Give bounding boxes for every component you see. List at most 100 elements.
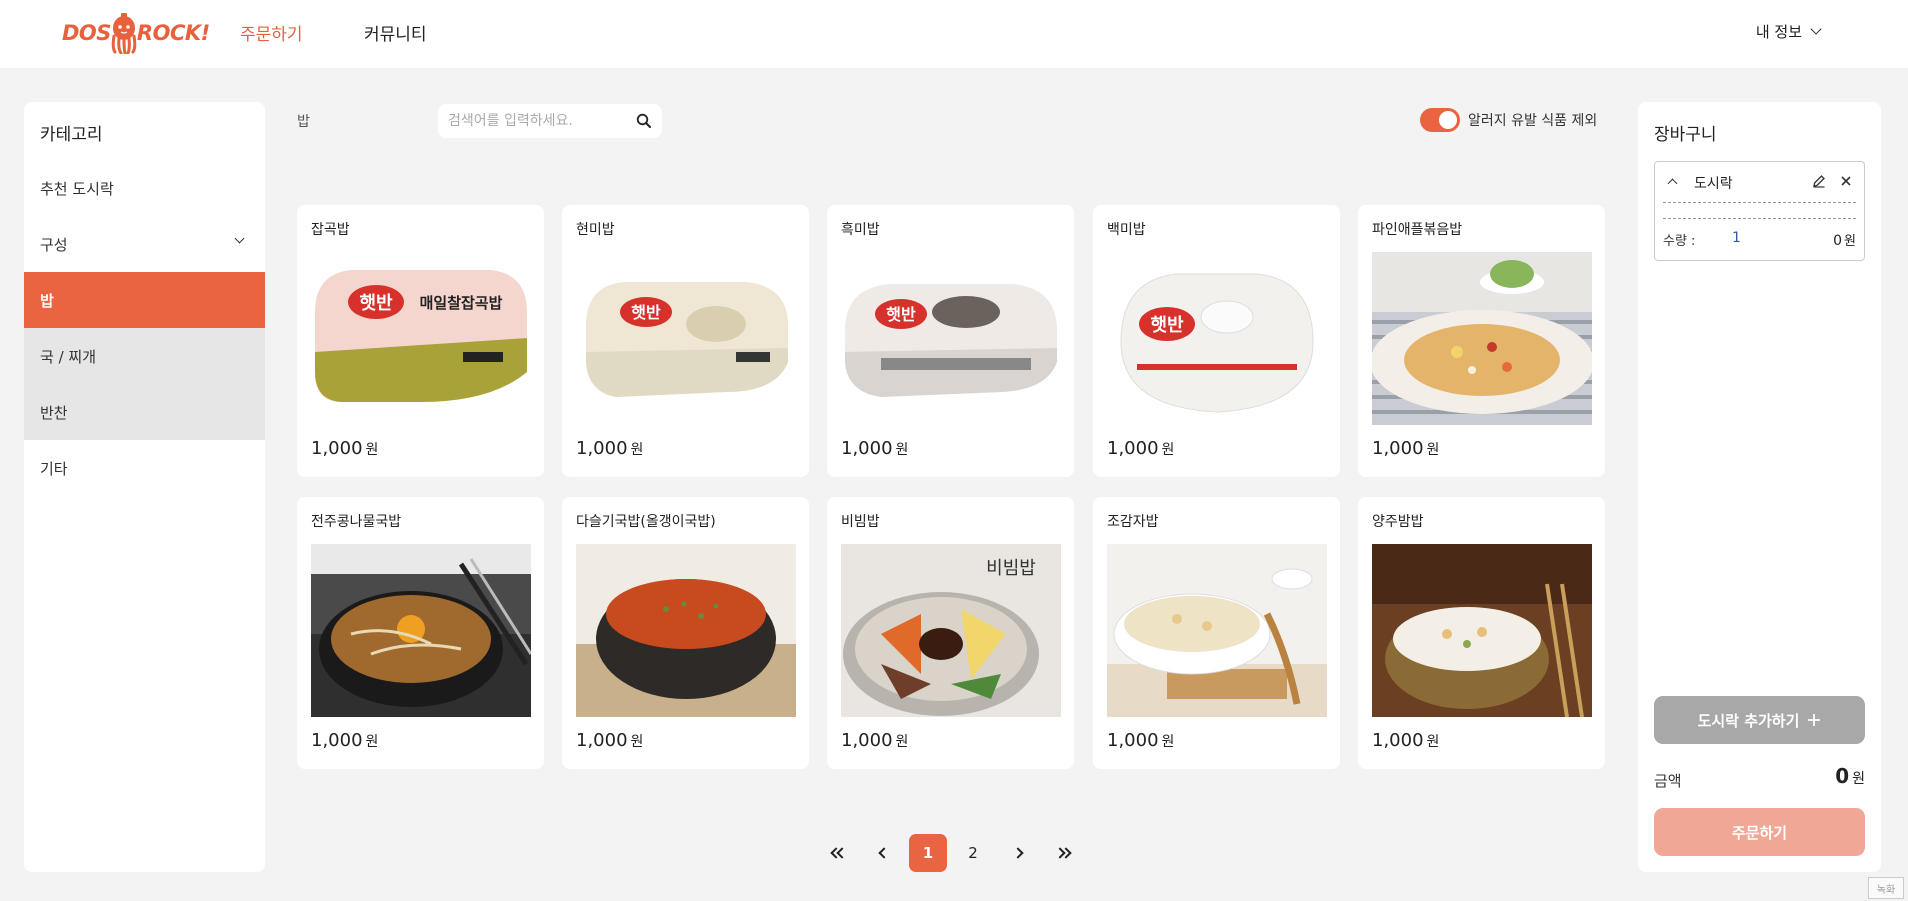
- product-image: 햇반: [576, 252, 796, 425]
- sidebar-item-label: 반찬: [40, 403, 68, 422]
- add-dosirak-label: 도시락 추가하기: [1697, 711, 1800, 730]
- product-price: 1,000 원: [576, 730, 643, 751]
- prev-page-button[interactable]: [865, 834, 903, 872]
- product-name: 현미밥: [576, 222, 615, 238]
- page-number-current[interactable]: 1: [909, 834, 947, 872]
- sidebar-item-soup[interactable]: 국 / 찌개: [24, 328, 265, 384]
- sidebar-item-label: 기타: [40, 459, 68, 478]
- first-page-button[interactable]: [820, 834, 858, 872]
- currency-unit: 원: [1852, 771, 1865, 787]
- product-card[interactable]: 전주콩나물국밥 1,000 원: [297, 497, 544, 769]
- cart-item-header[interactable]: 도시락: [1655, 162, 1864, 202]
- brand-text: 햇반: [359, 293, 393, 314]
- product-card[interactable]: 조감자밥 1,000 원: [1093, 497, 1340, 769]
- user-menu[interactable]: 내 정보: [1756, 21, 1822, 42]
- price-value: 1,000: [311, 730, 363, 751]
- product-price: 1,000 원: [841, 438, 908, 459]
- price-value: 1,000: [576, 730, 628, 751]
- product-image: 햇반: [1107, 252, 1327, 425]
- product-price: 1,000 원: [1372, 438, 1439, 459]
- product-card[interactable]: 비빔밥 비빔밥 1,000 원: [827, 497, 1074, 769]
- product-name: 양주밤밥: [1372, 514, 1424, 530]
- edit-icon[interactable]: [1810, 172, 1828, 190]
- page-number[interactable]: 2: [954, 834, 992, 872]
- rice-tray-image: 햇반: [576, 252, 796, 425]
- price-value: 1,000: [841, 438, 893, 459]
- double-chevron-right-icon: [1054, 847, 1072, 859]
- price-value: 1,000: [311, 438, 363, 459]
- nav-order[interactable]: 주문하기: [240, 20, 303, 45]
- price-value: 1,000: [841, 730, 893, 751]
- potato-rice-photo: [1107, 544, 1327, 717]
- currency-unit: 원: [630, 442, 644, 458]
- sidebar-item-label: 추천 도시락: [40, 179, 114, 198]
- cart-item-name: 도시락: [1694, 176, 1733, 192]
- dosrock-logo[interactable]: DOS ROCK!: [62, 10, 210, 56]
- cart-item-box: 도시락 수량 : 1 0원: [1654, 161, 1865, 261]
- product-image: [311, 544, 531, 717]
- allergy-toggle-label: 알러지 유발 식품 제외: [1468, 113, 1598, 129]
- currency-unit: 원: [630, 734, 644, 750]
- pineapple-fried-rice-photo: [1372, 252, 1592, 425]
- product-name: 흑미밥: [841, 222, 880, 238]
- sidebar-item-composition[interactable]: 구성: [24, 216, 265, 272]
- bean-sprout-soup-photo: [311, 544, 531, 717]
- product-image: 햇반 매일찰잡곡밥: [311, 252, 531, 425]
- product-price: 1,000 원: [311, 730, 378, 751]
- price-value: 1,000: [1372, 730, 1424, 751]
- currency-unit: 원: [1161, 442, 1175, 458]
- nav-community[interactable]: 커뮤니티: [364, 20, 427, 45]
- product-card[interactable]: 백미밥 햇반 1,000 원: [1093, 205, 1340, 477]
- currency-unit: 원: [1844, 234, 1856, 249]
- cart-panel: 장바구니 도시락 수량 : 1 0원 도시락 추가하기 금액 0원 주문하기: [1638, 102, 1881, 872]
- total-amount: 0: [1835, 764, 1850, 788]
- plus-icon: [1808, 714, 1821, 726]
- search-input[interactable]: [448, 113, 636, 129]
- product-image: 햇반: [841, 252, 1061, 425]
- logo-text-right: ROCK!: [136, 21, 210, 45]
- sidebar-item-label: 국 / 찌개: [40, 347, 96, 366]
- rice-tray-image: 햇반 매일찰잡곡밥: [311, 252, 531, 425]
- cart-qty-label: 수량 :: [1663, 234, 1696, 249]
- product-card[interactable]: 잡곡밥 햇반 매일찰잡곡밥 1,000 원: [297, 205, 544, 477]
- bibimbap-photo: 비빔밥: [841, 544, 1061, 717]
- product-image: 비빔밥: [841, 544, 1061, 717]
- cart-qty-value[interactable]: 1: [1732, 230, 1741, 246]
- product-card[interactable]: 다슬기국밥(올갱이국밥) 1,000 원: [562, 497, 809, 769]
- chevron-up-icon[interactable]: [1667, 178, 1678, 189]
- search-icon[interactable]: [636, 113, 652, 129]
- close-icon[interactable]: [1837, 172, 1855, 190]
- category-sidebar: 카테고리 추천 도시락 구성 밥 국 / 찌개 반찬 기타: [24, 102, 265, 872]
- bibimbap-calligraphy: 비빔밥: [986, 558, 1036, 579]
- product-card[interactable]: 현미밥 햇반 1,000 원: [562, 205, 809, 477]
- price-value: 0: [1833, 233, 1843, 249]
- next-page-button[interactable]: [999, 834, 1037, 872]
- sidebar-item-recommended[interactable]: 추천 도시락: [24, 160, 265, 216]
- add-dosirak-button[interactable]: 도시락 추가하기: [1654, 696, 1865, 744]
- sidebar-item-label: 밥: [40, 291, 54, 310]
- allergy-toggle[interactable]: [1420, 108, 1460, 132]
- product-card[interactable]: 파인애플볶음밥 1,000 원: [1358, 205, 1605, 477]
- total-value: 0원: [1835, 764, 1865, 788]
- last-page-button[interactable]: [1044, 834, 1082, 872]
- double-chevron-left-icon: [830, 847, 848, 859]
- sidebar-item-rice[interactable]: 밥: [24, 272, 265, 328]
- product-price: 1,000 원: [1107, 730, 1174, 751]
- product-card[interactable]: 흑미밥 햇반 1,000 원: [827, 205, 1074, 477]
- order-button[interactable]: 주문하기: [1654, 808, 1865, 856]
- top-header: DOS ROCK! 주문하기 커뮤니티 내 정보: [0, 0, 1908, 68]
- brand-text: 햇반: [1150, 315, 1184, 336]
- currency-unit: 원: [1426, 442, 1440, 458]
- price-value: 1,000: [1107, 730, 1159, 751]
- product-name: 파인애플볶음밥: [1372, 222, 1463, 238]
- cart-divider: [1663, 218, 1856, 219]
- sidebar-item-etc[interactable]: 기타: [24, 440, 265, 496]
- chevron-right-icon: [1012, 847, 1024, 859]
- product-name: 비빔밥: [841, 514, 880, 530]
- product-card[interactable]: 양주밤밥 1,000 원: [1358, 497, 1605, 769]
- chevron-left-icon: [878, 847, 890, 859]
- currency-unit: 원: [895, 442, 909, 458]
- sidebar-item-side-dish[interactable]: 반찬: [24, 384, 265, 440]
- product-name: 잡곡밥: [311, 222, 350, 238]
- watermark-badge: 녹화: [1868, 877, 1904, 899]
